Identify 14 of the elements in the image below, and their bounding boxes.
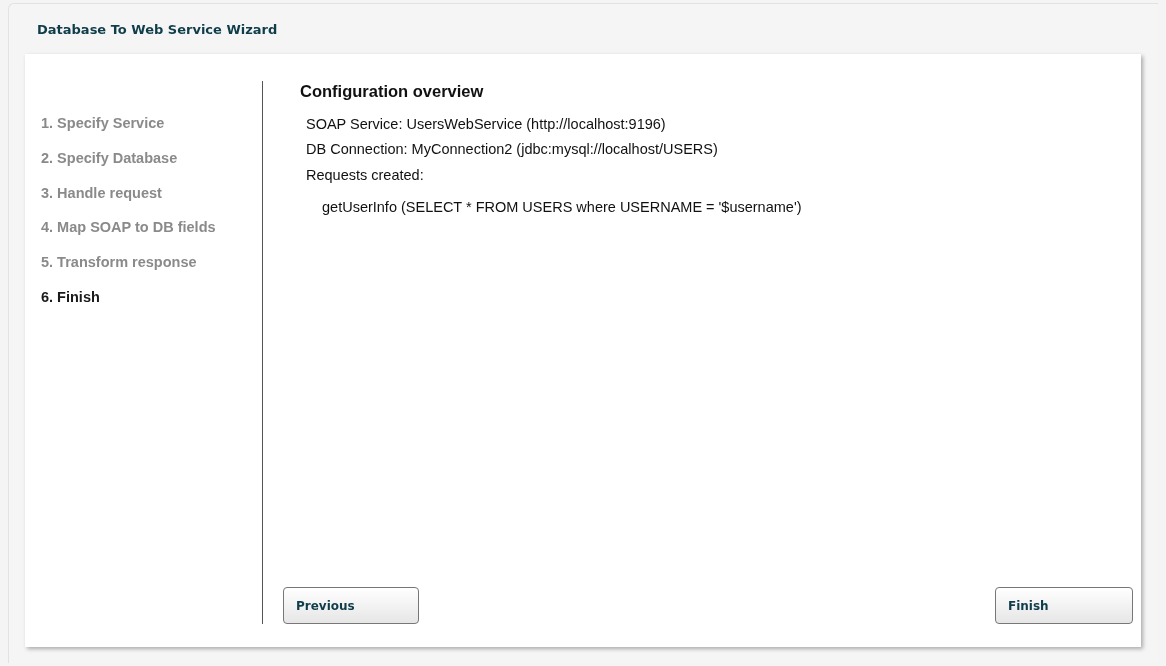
- wizard-step: 5. Transform response: [41, 252, 262, 274]
- wizard-step: 1. Specify Service: [41, 113, 262, 135]
- section-heading: Configuration overview: [300, 81, 485, 102]
- window-title: Database To Web Service Wizard: [37, 21, 279, 39]
- wizard-step: 2. Specify Database: [41, 147, 262, 170]
- overview-line: SOAP Service: UsersWebService (http://localhost:9196): [306, 114, 667, 134]
- overview-line: DB Connection: MyConnection2 (jdbc:mysql://localhost/USERS): [306, 140, 719, 160]
- overview-line: Requests created:: [306, 166, 425, 186]
- request-line: getUserInfo (SELECT * FROM USERS where USERNAME = '$username'): [321, 197, 803, 217]
- wizard-step: 3. Handle request: [41, 182, 262, 205]
- wizard-step: 4. Map SOAP to DB fields: [41, 217, 262, 239]
- finish-button[interactable]: Finish: [995, 587, 1133, 624]
- wizard-step: 6. Finish: [41, 286, 262, 309]
- previous-button[interactable]: Previous: [283, 587, 419, 624]
